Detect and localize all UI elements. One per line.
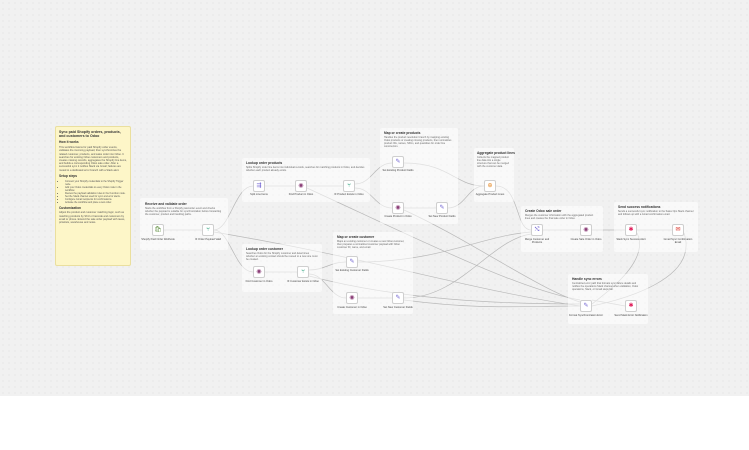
set-icon: ✎ xyxy=(395,159,401,165)
node-find-customer[interactable]: ◉ xyxy=(253,266,265,278)
if-icon: ⑂ xyxy=(301,269,305,275)
group-description: Sends a successful sync notification to … xyxy=(618,210,694,216)
sticky-heading-setup: Setup steps xyxy=(59,173,78,178)
group-description: Maps an existing customer or creates a n… xyxy=(337,240,405,249)
workflow-canvas[interactable]: Receive and validate order Starts the wo… xyxy=(0,0,749,396)
node-gmail-confirmation[interactable]: ✉ xyxy=(672,224,684,236)
node-slack-success[interactable]: ✱ xyxy=(625,224,637,236)
node-label: IF Customer Exists in Odoo xyxy=(287,280,319,283)
node-slack-error[interactable]: ✱ xyxy=(625,300,637,312)
node-label: Create Sale Order in Odoo xyxy=(570,238,602,241)
set-icon: ✎ xyxy=(395,295,401,301)
node-merge[interactable]: ⤭ xyxy=(531,224,543,236)
group-title: Handle sync errors xyxy=(572,277,602,281)
sticky-how-text: This workflow listens for paid Shopify o… xyxy=(59,146,127,172)
node-label: Find Product in Odoo xyxy=(288,193,314,196)
setup-steps-list: Connect your Shopify credentials to the … xyxy=(59,180,127,204)
group-title: Send success notifications xyxy=(618,205,661,209)
node-label: Shopify Paid Order Webhook xyxy=(141,238,175,241)
group-title: Map or create customer xyxy=(337,235,375,239)
if-icon: ⑂ xyxy=(206,227,210,233)
node-label: Create Product in Odoo xyxy=(384,215,412,218)
node-if-payload-valid[interactable]: ⑂ xyxy=(202,224,214,236)
slack-icon: ✱ xyxy=(628,227,634,233)
node-aggregate-products[interactable]: ⊕ xyxy=(484,180,496,192)
sticky-heading-custom: Customization xyxy=(59,205,81,210)
node-set-existing-product[interactable]: ✎ xyxy=(392,156,404,168)
node-create-product[interactable]: ◉ xyxy=(392,202,404,214)
set-icon: ✎ xyxy=(583,303,589,309)
group-description: Splits Shopify order line items into ind… xyxy=(246,166,365,172)
node-label: Create Customer in Odoo xyxy=(337,306,367,309)
shopify-icon: 🛍 xyxy=(154,227,162,233)
node-label: Gmail Sync Confirmation Email xyxy=(663,238,693,244)
node-label: Set New Customer Fields xyxy=(383,306,413,309)
group-title: Lookup order products xyxy=(246,161,283,165)
odoo-icon: ◉ xyxy=(298,183,304,189)
odoo-icon: ◉ xyxy=(256,269,262,275)
odoo-icon: ◉ xyxy=(349,295,355,301)
node-create-customer[interactable]: ◉ xyxy=(346,292,358,304)
group-description: Handles the product resolution branch by… xyxy=(384,136,452,148)
node-shopify-trigger[interactable]: 🛍 xyxy=(152,224,164,236)
node-label: Send Slack Error Notification xyxy=(614,314,648,317)
node-label: Split Line Items xyxy=(250,193,268,196)
node-create-sale-order[interactable]: ◉ xyxy=(580,224,592,236)
node-if-customer-exists[interactable]: ⑂ xyxy=(297,266,309,278)
group-title: Aggregate product lines xyxy=(477,151,515,155)
node-format-error[interactable]: ✎ xyxy=(580,300,592,312)
node-label: Format Synchronization Error xyxy=(569,314,603,317)
node-set-new-product[interactable]: ✎ xyxy=(436,202,448,214)
merge-icon: ⤭ xyxy=(534,227,540,233)
node-label: Slack Sync Success Alert xyxy=(616,238,646,241)
node-label: Set Existing Customer Fields xyxy=(335,269,369,272)
group-description: Searches Odoo for the Shopify customer a… xyxy=(246,252,318,261)
sticky-note[interactable]: Sync paid Shopify orders, products, and … xyxy=(55,126,131,266)
group-description: Collects the mapped product line data in… xyxy=(477,156,509,168)
node-label: Set Existing Product Fields xyxy=(382,169,414,172)
set-icon: ✎ xyxy=(439,205,445,211)
slack-icon: ✱ xyxy=(628,303,634,309)
group-title: Create Odoo sale order xyxy=(525,209,562,213)
aggregate-icon: ⊕ xyxy=(487,183,493,189)
node-label: IF Order Payload Valid xyxy=(194,238,222,241)
sticky-title: Sync paid Shopify orders, products, and … xyxy=(59,130,121,139)
group-description: Merges the customer information with the… xyxy=(525,214,594,220)
group-description: Starts the workflow from a Shopify paid-… xyxy=(145,207,222,216)
group-title: Receive and validate order xyxy=(145,202,187,206)
gmail-icon: ✉ xyxy=(675,227,681,233)
sticky-custom-text: Adjust the product and customer matching… xyxy=(59,211,126,225)
node-set-existing-customer[interactable]: ✎ xyxy=(346,256,358,268)
setup-step: Activate the workflow and place a test o… xyxy=(65,201,127,204)
node-label: Set New Product Fields xyxy=(428,215,456,218)
sticky-heading-how: How it works xyxy=(59,140,79,145)
node-split-line-items[interactable]: ⇶ xyxy=(253,180,265,192)
group-title: Map or create products xyxy=(384,131,421,135)
node-label: IF Product Exists in Odoo xyxy=(334,193,364,196)
blank-area xyxy=(0,396,749,450)
node-find-product[interactable]: ◉ xyxy=(295,180,307,192)
node-label: Merge Customer and Products xyxy=(524,238,550,244)
split-icon: ⇶ xyxy=(256,183,262,189)
odoo-icon: ◉ xyxy=(395,205,401,211)
node-if-product-exists[interactable]: ⑂ xyxy=(343,180,355,192)
group-description: Centralized error path that formats sync… xyxy=(572,282,639,291)
node-set-new-customer[interactable]: ✎ xyxy=(392,292,404,304)
node-label: Find Customer in Odoo xyxy=(245,280,273,283)
node-label: Aggregate Product Lines xyxy=(475,193,505,196)
if-icon: ⑂ xyxy=(347,183,351,189)
odoo-icon: ◉ xyxy=(583,227,589,233)
group-title: Lookup order customer xyxy=(246,247,284,251)
set-icon: ✎ xyxy=(349,259,355,265)
